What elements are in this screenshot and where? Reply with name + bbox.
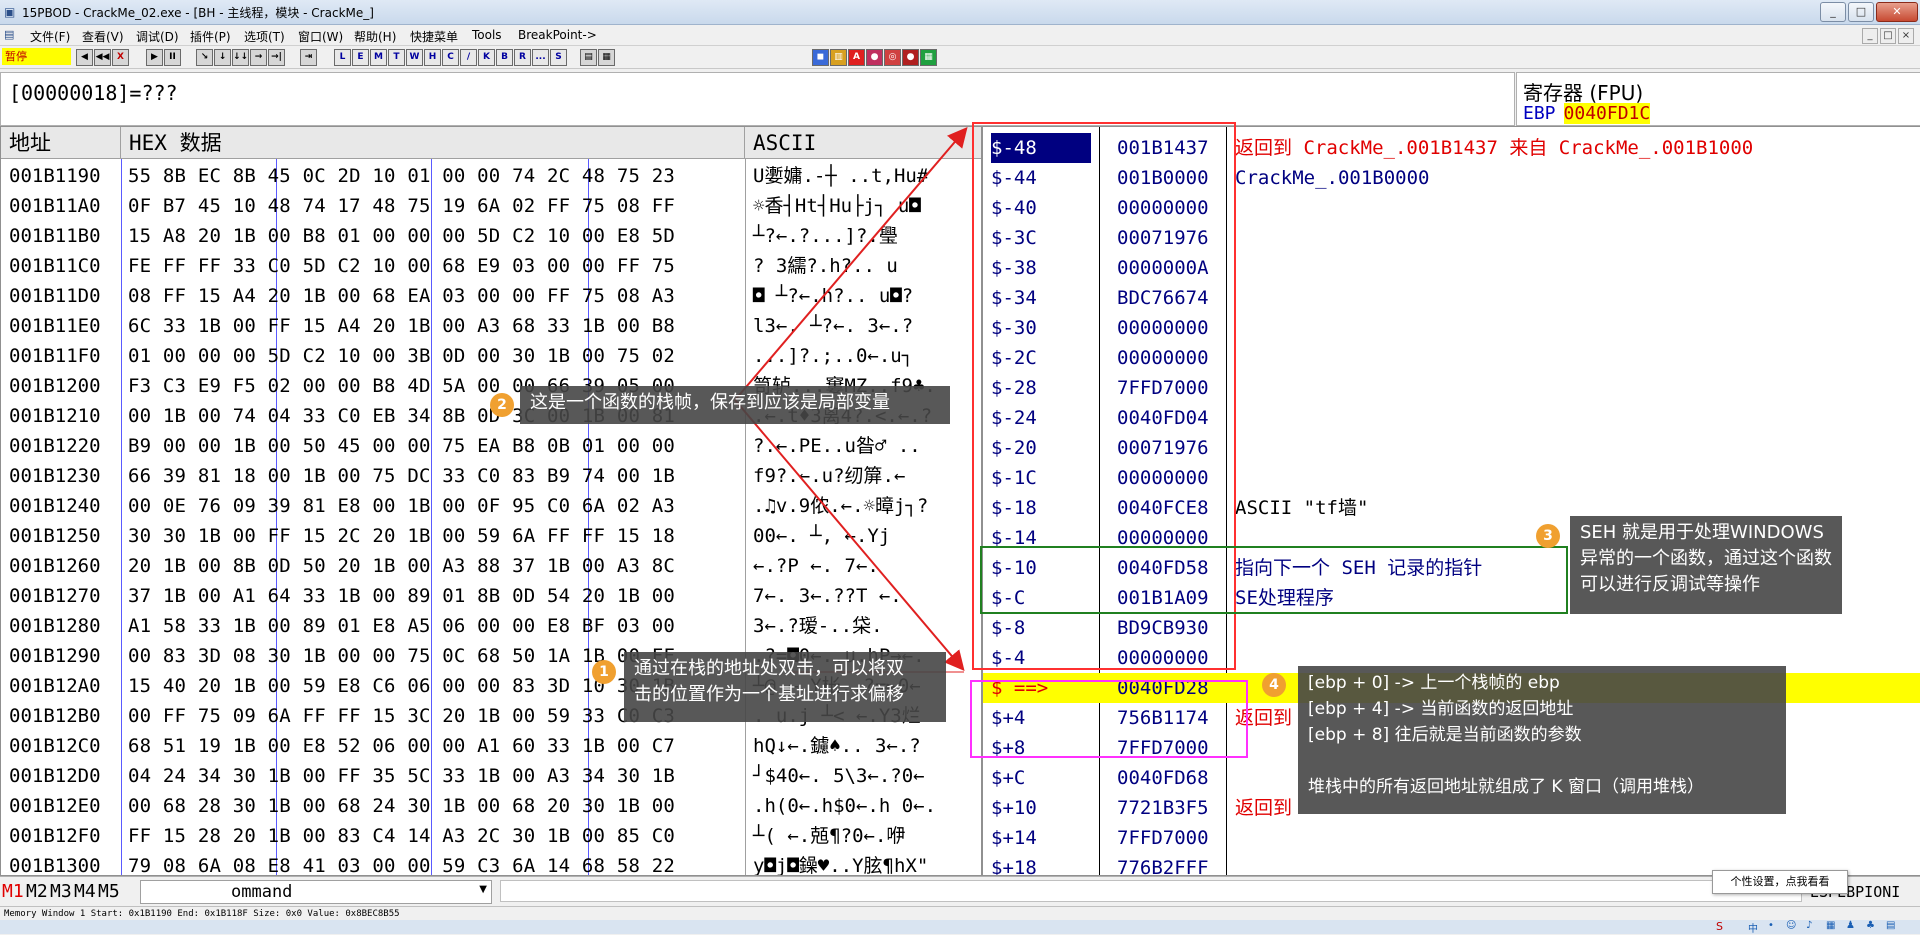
note-line: [ebp + 8] 往后就是当前函数的参数 [1308,725,1582,745]
command-input[interactable]: ommand ▼ [140,880,492,904]
annotation-note-3: SEH 就是用于处理WINDOWS 异常的一个函数，通过这个函数 可以进行反调试… [1570,516,1842,614]
ime-tooltip: 个性设置，点我看看 [1712,870,1848,894]
note-line: 这是一个函数的栈帧，保存到应该是局部变量 [530,392,890,413]
ime-taskbar: S 中 • ☺ ♪ ▦ ♟ ♣ ▤ [0,920,1920,935]
ime-punctuation-icon[interactable]: • [1768,920,1774,931]
dump-tab-m5[interactable]: M5 [98,881,120,902]
note-badge-4: 4 [1262,673,1286,697]
note-line: [ebp + 4] -> 当前函数的返回地址 [1308,699,1574,719]
note-line: SEH 就是用于处理WINDOWS [1580,522,1824,543]
dump-tab-m3[interactable]: M3 [50,881,72,902]
note-line: 击的位置作为一个基址进行求偏移 [634,684,904,705]
dump-tab-m2[interactable]: M2 [26,881,48,902]
arrow-to-stack-frame [734,126,968,401]
chevron-down-icon[interactable]: ▼ [479,884,487,895]
user-icon[interactable]: ♟ [1846,920,1855,931]
skin-icon[interactable]: ♣ [1866,920,1875,931]
annotation-note-2: 这是一个函数的栈帧，保存到应该是局部变量 [520,386,950,424]
command-input-text: ommand [231,882,293,902]
command-output-field [500,880,1802,902]
note-badge-3: 3 [1536,524,1560,548]
note-badge-2: 2 [490,393,514,417]
note-line: [ebp + 0] -> 上一个栈帧的 ebp [1308,673,1560,693]
note-badge-1: 1 [592,660,616,684]
dump-tab-m1[interactable]: M1 [2,881,24,902]
sogou-ime-icon[interactable]: S [1716,920,1723,933]
ime-language-icon[interactable]: 中 [1748,920,1758,935]
toolbox-icon[interactable]: ▤ [1886,920,1895,931]
dump-tab-m4[interactable]: M4 [74,881,96,902]
keyboard-icon[interactable]: ▦ [1826,920,1835,931]
voice-icon[interactable]: ♪ [1806,920,1812,931]
annotation-note-1: 通过在栈的地址处双击，可以将双 击的位置作为一个基址进行求偏移 [624,652,946,722]
emoji-icon[interactable]: ☺ [1786,920,1796,931]
note-line: 堆栈中的所有返回地址就组成了 K 窗口（调用堆栈） [1308,777,1704,797]
note-line [1308,748,1776,774]
command-bar: M1 M2 M3 M4 M5 ommand ▼ ESPEBPIONI [0,876,1920,905]
note-line: 通过在栈的地址处双击，可以将双 [634,658,904,679]
annotation-note-4: [ebp + 0] -> 上一个栈帧的 ebp [ebp + 4] -> 当前函… [1298,666,1786,814]
status-line: Memory Window 1 Start: 0x1B1190 End: 0x1… [0,906,1920,920]
arrow-to-stack-base [734,399,965,672]
note-line: 可以进行反调试等操作 [1580,574,1760,595]
note-line: 异常的一个函数，通过这个函数 [1580,548,1832,569]
